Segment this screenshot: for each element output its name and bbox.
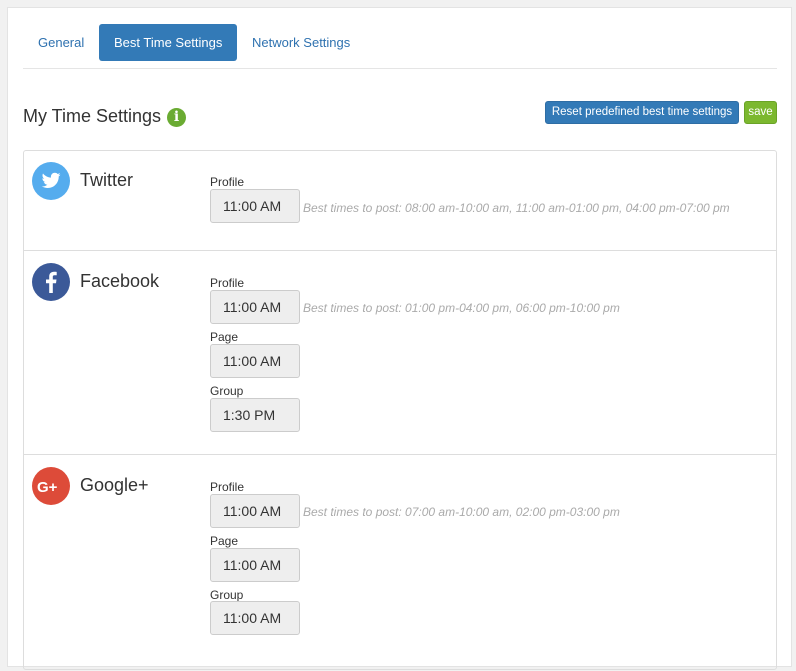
group-time-picker[interactable]: 1:30 PM: [210, 398, 300, 432]
reset-best-time-button[interactable]: Reset predefined best time settings: [545, 101, 739, 124]
tab-general[interactable]: General: [23, 24, 99, 61]
best-times-hint: Best times to post: 01:00 pm-04:00 pm, 0…: [303, 301, 620, 315]
network-name: Twitter: [80, 170, 134, 190]
google-plus-icon: G+: [32, 467, 70, 505]
best-times-hint: Best times to post: 08:00 am-10:00 am, 1…: [303, 201, 730, 215]
group-time-picker[interactable]: 11:00 AM: [210, 601, 300, 635]
page-time-picker[interactable]: 11:00 AM: [210, 548, 300, 582]
group-label: Group: [210, 384, 244, 398]
svg-text:G+: G+: [37, 479, 58, 496]
save-button[interactable]: save: [744, 101, 777, 124]
profile-time-picker[interactable]: 11:00 AM: [210, 189, 300, 223]
group-label: Group: [210, 588, 244, 602]
settings-tabs: General Best Time Settings Network Setti…: [23, 23, 777, 69]
profile-label: Profile: [210, 175, 245, 189]
time-settings-panel: Twitter Profile 11:00 AM Best times to p…: [23, 150, 777, 670]
network-name: Google+: [80, 475, 149, 495]
twitter-bird-icon: [32, 162, 70, 200]
best-times-hint: Best times to post: 07:00 am-10:00 am, 0…: [303, 505, 620, 519]
network-row-twitter: Twitter Profile 11:00 AM Best times to p…: [24, 151, 776, 251]
profile-time-picker[interactable]: 11:00 AM: [210, 290, 300, 324]
profile-label: Profile: [210, 480, 245, 494]
info-icon[interactable]: i: [167, 108, 186, 127]
network-row-googleplus: G+ Google+ Profile 11:00 AM Best times t…: [24, 456, 776, 671]
network-row-facebook: Facebook Profile 11:00 AM Best times to …: [24, 252, 776, 455]
tab-best-time-settings[interactable]: Best Time Settings: [99, 24, 238, 61]
page-label: Page: [210, 330, 239, 344]
profile-label: Profile: [210, 276, 245, 290]
profile-time-picker[interactable]: 11:00 AM: [210, 494, 300, 528]
settings-card: General Best Time Settings Network Setti…: [7, 7, 792, 670]
facebook-f-icon: [32, 263, 70, 301]
page-title: My Time Settings: [23, 106, 162, 126]
page-label: Page: [210, 534, 239, 548]
page-time-picker[interactable]: 11:00 AM: [210, 344, 300, 378]
tab-network-settings[interactable]: Network Settings: [237, 24, 365, 61]
network-name: Facebook: [80, 271, 160, 291]
